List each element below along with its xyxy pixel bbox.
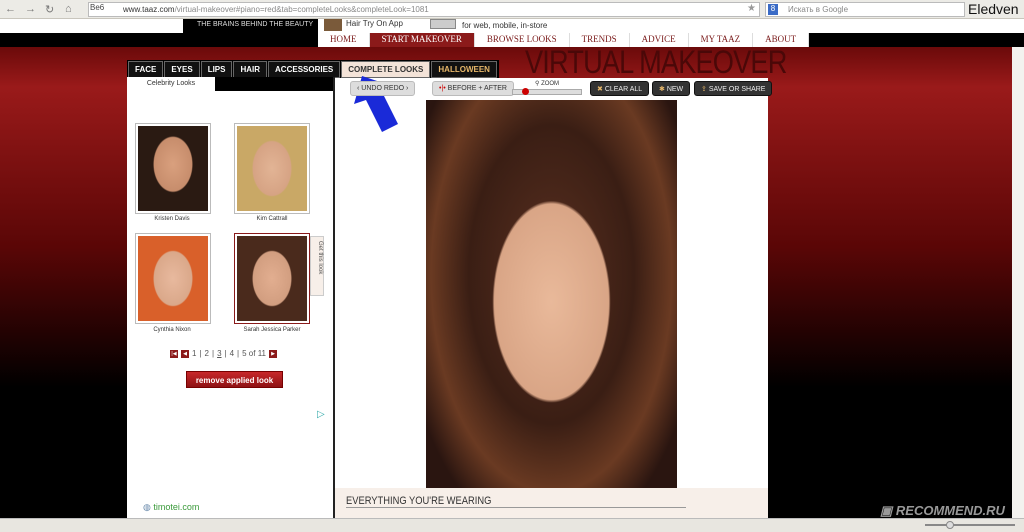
clear-all-button[interactable]: ✖ CLEAR ALL bbox=[590, 81, 650, 96]
forward-icon[interactable]: → bbox=[25, 3, 36, 15]
watermark-logo: ▣ RECOMMEND.RU bbox=[880, 503, 1005, 518]
new-button[interactable]: ✱ NEW bbox=[652, 81, 691, 96]
page-link-current[interactable]: 3 bbox=[217, 349, 221, 358]
tab-eyes[interactable]: EYES bbox=[164, 61, 200, 78]
next-page-icon[interactable]: ▶ bbox=[269, 349, 277, 358]
redo-label: REDO bbox=[383, 85, 405, 92]
ad-link[interactable]: ◍ timotei.com bbox=[143, 502, 199, 513]
page-link[interactable]: 2 bbox=[205, 349, 209, 358]
zoom-slider-handle[interactable] bbox=[522, 88, 529, 95]
page-title: VIRTUAL MAKEOVER bbox=[525, 44, 787, 80]
wearing-title: EVERYTHING YOU'RE WEARING bbox=[346, 495, 686, 508]
search-input[interactable]: Искать в Google bbox=[765, 2, 965, 17]
clear-icon: ✖ bbox=[597, 86, 605, 93]
celeb-thumb[interactable] bbox=[135, 123, 211, 214]
save-share-label: SAVE OR SHARE bbox=[708, 86, 766, 93]
hair-app-icon bbox=[324, 19, 342, 31]
celeb-name[interactable]: Kim Cattrall bbox=[222, 216, 322, 222]
tab-face[interactable]: FACE bbox=[128, 61, 164, 78]
share-icon: ⇪ bbox=[701, 86, 709, 93]
remove-applied-look-button[interactable]: remove applied look bbox=[186, 371, 283, 388]
celeb-name[interactable]: Kristen Davis bbox=[122, 216, 222, 222]
globe-icon: ◍ bbox=[143, 502, 154, 512]
browser-zoom-handle[interactable] bbox=[946, 521, 954, 529]
get-this-look-tab[interactable]: Get this look bbox=[310, 236, 324, 296]
new-label: NEW bbox=[666, 86, 684, 93]
new-icon: ✱ bbox=[659, 86, 667, 93]
back-icon[interactable]: ← bbox=[5, 3, 16, 15]
before-after-button[interactable]: •|• BEFORE + AFTER bbox=[432, 81, 514, 96]
celeb-thumb[interactable] bbox=[135, 233, 211, 324]
web-mobile-link[interactable]: for web, mobile, in-store bbox=[462, 21, 547, 30]
pagination: |◀ ◀ 1 | 2 | 3 | 4 | 5 of 11 ▶ bbox=[170, 349, 277, 358]
ad-text: timotei.com bbox=[153, 502, 200, 512]
zoom-label: ⚲ ZOOM bbox=[535, 81, 560, 87]
user-name: Eledven bbox=[968, 1, 1019, 17]
zoom-text: ZOOM bbox=[541, 81, 560, 87]
celeb-thumb-selected[interactable] bbox=[234, 233, 310, 324]
adchoices-icon[interactable]: ▷ bbox=[317, 409, 325, 420]
url-path: /virtual-makeover#piano=red&tab=complete… bbox=[174, 5, 429, 14]
before-after-icon: •|• bbox=[439, 85, 448, 92]
undo-redo-button[interactable]: ‹ UNDO REDO › bbox=[350, 81, 416, 96]
tab-halloween[interactable]: HALLOWEEN bbox=[431, 61, 497, 78]
browser-zoom-slider[interactable] bbox=[925, 524, 1015, 526]
first-page-icon[interactable]: |◀ bbox=[170, 349, 178, 358]
reload-icon[interactable]: ↻ bbox=[45, 3, 54, 16]
scrollbar[interactable] bbox=[1012, 47, 1024, 518]
status-bar bbox=[0, 518, 1024, 532]
tab-accessories[interactable]: ACCESSORIES bbox=[268, 61, 341, 78]
bookmark-star-icon[interactable]: ★ bbox=[747, 3, 756, 14]
tab-lips[interactable]: LIPS bbox=[200, 61, 233, 78]
laptop-icon bbox=[430, 19, 456, 29]
save-share-button[interactable]: ⇪ SAVE OR SHARE bbox=[694, 81, 773, 96]
hair-app-link[interactable]: Hair Try On App bbox=[346, 19, 403, 28]
tab-hair[interactable]: HAIR bbox=[233, 61, 268, 78]
nav-home[interactable]: HOME bbox=[318, 33, 370, 47]
celeb-name[interactable]: Cynthia Nixon bbox=[122, 327, 222, 333]
celeb-thumb[interactable] bbox=[234, 123, 310, 214]
google-icon[interactable]: 8 bbox=[768, 4, 778, 15]
url-bar[interactable]: www.taaz.com/virtual-makeover#piano=red&… bbox=[88, 2, 760, 17]
before-after-label: BEFORE + AFTER bbox=[447, 85, 507, 92]
url-host: www.taaz.com bbox=[123, 5, 175, 14]
home-icon[interactable]: ⌂ bbox=[65, 3, 72, 15]
page-link[interactable]: 5 of 11 bbox=[242, 349, 266, 358]
page-link[interactable]: 4 bbox=[230, 349, 234, 358]
clear-all-label: CLEAR ALL bbox=[604, 86, 643, 93]
prev-page-icon[interactable]: ◀ bbox=[181, 349, 189, 358]
site-identity[interactable]: Ве6 bbox=[90, 3, 104, 12]
logo[interactable]: THE BRAINS BEHIND THE BEAUTY bbox=[183, 19, 318, 48]
page-link[interactable]: 1 bbox=[192, 349, 196, 358]
subtab-bar bbox=[215, 77, 333, 91]
face-photo[interactable] bbox=[426, 100, 677, 488]
undo-label: UNDO bbox=[361, 85, 382, 92]
celebrity-looks-tab[interactable]: Celebrity Looks bbox=[127, 77, 215, 91]
celeb-name[interactable]: Sarah Jessica Parker bbox=[222, 327, 322, 333]
nav-start-makeover[interactable]: START MAKEOVER bbox=[369, 33, 475, 47]
